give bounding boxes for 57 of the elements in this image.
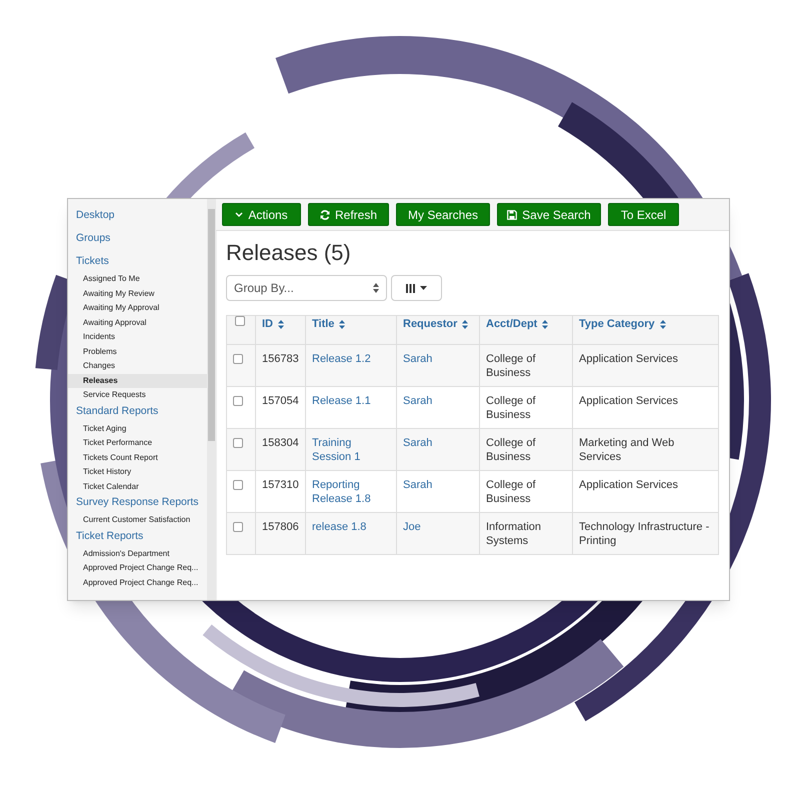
table-cell: Information Systems (480, 512, 572, 554)
row-checkbox[interactable] (233, 522, 243, 532)
sidebar-item[interactable]: Releases (68, 374, 207, 388)
sort-icon (462, 320, 468, 329)
row-checkbox[interactable] (233, 396, 243, 406)
sidebar-item[interactable]: Changes (68, 359, 207, 374)
scrollbar-thumb[interactable] (208, 209, 215, 441)
toolbar-button[interactable]: My Searches (396, 203, 490, 226)
sidebar-heading[interactable]: Survey Response Reports (68, 495, 207, 509)
sort-icon (339, 320, 346, 329)
table-cell: Technology Infrastructure - Printing (572, 512, 718, 554)
toolbar-button[interactable]: Refresh (308, 203, 389, 226)
sidebar-item[interactable]: Incidents (68, 330, 207, 344)
toolbar-button[interactable]: Actions (222, 203, 301, 226)
row-checkbox[interactable] (233, 480, 243, 490)
caret-icon (420, 286, 427, 290)
chevron-down-icon (235, 212, 244, 217)
sort-icon (278, 320, 284, 329)
sidebar-item[interactable]: Service Requests (68, 388, 207, 402)
select-all-checkbox[interactable] (235, 316, 245, 326)
columns-button[interactable] (391, 275, 442, 301)
sidebar-item[interactable]: Ticket Aging (68, 422, 207, 436)
row-checkbox[interactable] (233, 438, 243, 448)
group-by-select[interactable]: Group By... (226, 275, 387, 301)
sidebar-heading[interactable]: Groups (68, 231, 207, 245)
sidebar-heading[interactable]: Standard Reports (68, 404, 207, 418)
page-title: Releases (5) (225, 239, 352, 267)
sidebar-item[interactable]: Approved Project Change Req... (68, 561, 207, 576)
title-link[interactable]: release 1.8 (306, 512, 396, 554)
sidebar-item[interactable]: Ticket Calendar (68, 480, 207, 494)
requestor-link[interactable]: Joe (396, 512, 480, 554)
sidebar-heading[interactable]: Desktop (68, 208, 207, 222)
columns-icon (406, 284, 415, 292)
sidebar-item[interactable]: Problems (68, 344, 207, 359)
row-checkbox[interactable] (233, 354, 243, 364)
toolbar-button[interactable]: Save Search (497, 203, 601, 226)
sidebar-item[interactable]: Admission's Department (68, 546, 207, 561)
sidebar-heading[interactable]: Ticket Reports (68, 528, 207, 542)
sidebar-item[interactable]: Current Customer Satisfaction (68, 513, 207, 528)
scrollbar[interactable] (206, 199, 216, 600)
sort-icon (660, 320, 666, 329)
sort-arrows-icon (373, 283, 379, 293)
sidebar-item[interactable]: Ticket History (68, 465, 207, 480)
toolbar-button[interactable]: To Excel (608, 203, 679, 226)
sidebar-item[interactable]: Approved Project Change Req... (68, 576, 207, 590)
sidebar-item[interactable]: Tickets Count Report (68, 450, 207, 465)
sort-icon (542, 320, 548, 329)
sidebar-item[interactable]: Awaiting Approval (68, 316, 207, 330)
placeholder-text: Group By... (234, 280, 294, 297)
sidebar-item[interactable]: Awaiting My Review (68, 286, 207, 301)
sidebar-item[interactable]: Assigned To Me (68, 272, 207, 286)
sidebar-heading[interactable]: Tickets (68, 254, 207, 268)
refresh-icon (320, 210, 330, 220)
save-icon (507, 210, 518, 220)
table-cell: 157806 (256, 512, 306, 554)
sidebar-item[interactable]: Awaiting My Approval (68, 301, 207, 316)
sidebar-item[interactable]: Ticket Performance (68, 436, 207, 450)
